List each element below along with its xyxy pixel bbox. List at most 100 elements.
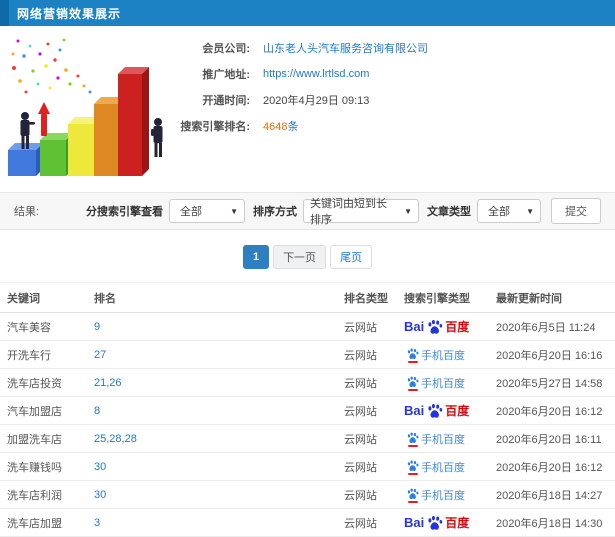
rank-link[interactable]: 30 [90, 452, 340, 481]
engine-filter-label: 分搜索引擎查看 [86, 206, 163, 218]
mobile-baidu-logo: 手机百度 [404, 487, 488, 503]
engine-type-cell: 手机百度 [400, 424, 492, 453]
last-page-button[interactable]: 尾页 [330, 245, 373, 269]
member-company-label: 会员公司: [202, 43, 250, 55]
rank-link[interactable]: 3 [90, 508, 340, 537]
baidu-paw-icon [406, 347, 419, 363]
keyword-ranking-table: 关键词 排名 排名类型 搜索引擎类型 最新更新时间 汽车美容 9 云网站 Bai 百度 2020年… [0, 282, 615, 537]
article-type-value: 全部 [488, 206, 510, 218]
rank-link[interactable]: 30 [90, 480, 340, 509]
keyword-cell: 洗车店投资 [0, 368, 90, 397]
rank-link[interactable]: 27 [90, 340, 340, 369]
filter-controls: 分搜索引擎查看 全部 ▼ 排序方式 关键词由短到长排序 ▼ 文章类型 全部 ▼ … [78, 198, 601, 226]
updated-time-cell: 2020年6月5日 11:24 [492, 312, 615, 341]
baidu-paw-icon [426, 402, 443, 419]
table-row: 加盟洗车店 25,28,28 云网站 手机百度 2020年6月20日 16:11 [0, 424, 615, 453]
updated-time-cell: 2020年6月20日 16:16 [492, 340, 615, 369]
promo-url-link[interactable]: https://www.lrtlsd.com [263, 68, 369, 80]
updated-time-cell: 2020年6月20日 16:11 [492, 424, 615, 453]
member-company-row: 会员公司: 山东老人头汽车服务咨询有限公司 [172, 39, 615, 57]
column-header: 关键词 [0, 282, 90, 313]
rank-link[interactable]: 21,26 [90, 368, 340, 397]
rank-link[interactable]: 8 [90, 396, 340, 425]
article-type-label: 文章类型 [427, 206, 471, 218]
open-time-value: 2020年4月29日 09:13 [263, 95, 370, 107]
baidu-logo: Bai 百度 [404, 515, 470, 530]
article-type-select[interactable]: 全部 ▼ [477, 199, 541, 223]
rank-type-cell: 云网站 [340, 508, 400, 537]
engine-type-cell: Bai 百度 [400, 508, 492, 537]
table-row: 洗车店加盟 3 云网站 Bai 百度 2020年6月18日 14:30 [0, 508, 615, 537]
rank-type-cell: 云网站 [340, 340, 400, 369]
next-page-button[interactable]: 下一页 [273, 245, 327, 269]
rank-type-cell: 云网站 [340, 480, 400, 509]
keyword-cell: 汽车加盟店 [0, 396, 90, 425]
rank-link[interactable]: 25,28,28 [90, 424, 340, 453]
rank-type-cell: 云网站 [340, 396, 400, 425]
promo-url-row: 推广地址: https://www.lrtlsd.com [172, 65, 615, 83]
baidu-paw-icon [406, 459, 419, 475]
updated-time-cell: 2020年6月18日 14:30 [492, 508, 615, 537]
baidu-logo: Bai 百度 [404, 318, 470, 335]
member-company-link[interactable]: 山东老人头汽车服务咨询有限公司 [263, 40, 428, 56]
bar-chart-clipart-icon [8, 38, 163, 176]
column-header: 排名类型 [340, 282, 400, 313]
keyword-cell: 洗车店加盟 [0, 508, 90, 537]
engine-type-cell: Bai 百度 [400, 312, 492, 341]
table-header-row: 关键词 排名 排名类型 搜索引擎类型 最新更新时间 [0, 282, 615, 313]
account-info-list: 会员公司: 山东老人头汽车服务咨询有限公司 推广地址: https://www.… [172, 26, 615, 192]
header-left-edge [0, 0, 9, 26]
results-section-label: 结果: [14, 206, 40, 218]
pagination: 1 下一页 尾页 [0, 245, 615, 269]
mobile-baidu-logo: 手机百度 [404, 347, 488, 363]
engine-filter-select[interactable]: 全部 ▼ [169, 199, 245, 223]
chevron-down-icon: ▼ [230, 206, 238, 216]
column-header: 最新更新时间 [492, 282, 615, 313]
baidu-logo: Bai 百度 [404, 402, 470, 419]
account-info-section: 会员公司: 山东老人头汽车服务咨询有限公司 推广地址: https://www.… [0, 26, 615, 192]
sort-value: 关键词由短到长排序 [310, 198, 387, 226]
page-1-button[interactable]: 1 [242, 245, 270, 269]
column-header: 搜索引擎类型 [400, 282, 492, 313]
rank-link[interactable]: 9 [90, 312, 340, 341]
baidu-paw-icon [406, 375, 419, 391]
rank-type-cell: 云网站 [340, 368, 400, 397]
updated-time-cell: 2020年6月20日 16:12 [492, 396, 615, 425]
mobile-baidu-logo: 手机百度 [404, 375, 488, 391]
page-title: 网络营销效果展示 [17, 6, 122, 21]
table-row: 洗车店投资 21,26 云网站 手机百度 2020年5月27日 14:58 [0, 368, 615, 397]
rank-type-cell: 云网站 [340, 424, 400, 453]
growth-chart-illustration [0, 26, 172, 192]
engine-type-cell: 手机百度 [400, 340, 492, 369]
rank-type-cell: 云网站 [340, 312, 400, 341]
chevron-down-icon: ▼ [526, 206, 534, 216]
updated-time-cell: 2020年6月18日 14:27 [492, 480, 615, 509]
engine-filter-value: 全部 [180, 206, 202, 218]
mobile-baidu-logo: 手机百度 [404, 431, 488, 447]
engine-type-cell: Bai 百度 [400, 396, 492, 425]
engine-type-cell: 手机百度 [400, 368, 492, 397]
baidu-paw-icon [406, 431, 419, 447]
mobile-baidu-logo: 手机百度 [404, 459, 488, 475]
app-header: 网络营销效果展示 [0, 0, 615, 26]
table-row: 洗车赚钱吗 30 云网站 手机百度 2020年6月20日 16:12 [0, 452, 615, 481]
updated-time-cell: 2020年6月20日 16:12 [492, 452, 615, 481]
open-time-row: 开通时间: 2020年4月29日 09:13 [172, 91, 615, 109]
column-header: 排名 [90, 282, 340, 313]
sort-select[interactable]: 关键词由短到长排序 ▼ [303, 198, 419, 226]
chevron-down-icon: ▼ [404, 206, 412, 216]
keyword-cell: 汽车美容 [0, 312, 90, 341]
rank-type-cell: 云网站 [340, 452, 400, 481]
rank-count-number: 4648 [263, 121, 288, 133]
table-row: 汽车加盟店 8 云网站 Bai 百度 2020年6月20日 16:12 [0, 396, 615, 425]
sort-label: 排序方式 [253, 206, 297, 218]
baidu-paw-icon [406, 487, 419, 503]
engine-type-cell: 手机百度 [400, 480, 492, 509]
promo-url-label: 推广地址: [202, 69, 250, 81]
keyword-cell: 洗车店利润 [0, 480, 90, 509]
baidu-paw-icon [426, 318, 443, 335]
keyword-cell: 加盟洗车店 [0, 424, 90, 453]
rank-count-unit: 条 [287, 121, 299, 133]
engine-rank-count-value: 4648条 [263, 118, 298, 134]
submit-button[interactable]: 提交 [551, 198, 601, 224]
